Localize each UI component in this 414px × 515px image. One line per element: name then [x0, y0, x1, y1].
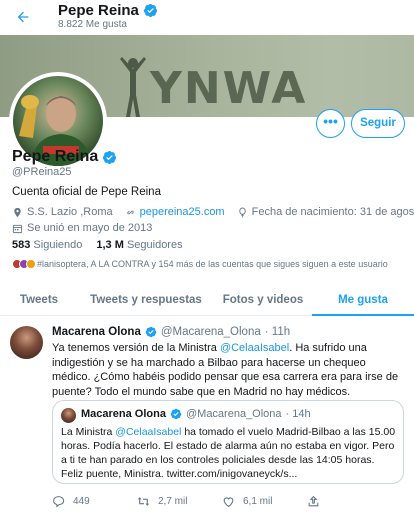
location-item: S.S. Lazio ,Roma	[12, 206, 113, 218]
reply-action[interactable]: 449	[52, 495, 137, 508]
calendar-icon	[12, 224, 23, 233]
joined-text: Se unió en mayo de 2013	[27, 222, 153, 234]
banner-text: YNWA	[150, 63, 308, 114]
verified-badge-icon	[170, 408, 182, 420]
following-number: 583	[12, 239, 31, 251]
quote-author-name: Macarena Olona	[81, 408, 166, 420]
tweet-time[interactable]: · 11h	[265, 326, 290, 338]
location-text: S.S. Lazio ,Roma	[27, 206, 113, 218]
tweet-author-name[interactable]: Macarena Olona	[52, 326, 141, 338]
share-icon	[308, 495, 319, 507]
quoted-tweet[interactable]: Macarena Olona @Macarena_Olona · 14h La …	[52, 400, 404, 484]
tweet-header: Macarena Olona @Macarena_Olona · 11h	[52, 326, 290, 338]
header-title: Pepe Reina	[58, 2, 139, 19]
tweet[interactable]: Macarena Olona @Macarena_Olona · 11h Ya …	[0, 317, 414, 515]
followers-label: Seguidores	[126, 239, 183, 251]
balloon-icon	[238, 206, 246, 218]
tweet-author-avatar[interactable]	[10, 326, 43, 359]
quote-author-avatar	[61, 408, 76, 423]
top-bar: Pepe Reina 8.822 Me gusta	[0, 0, 414, 35]
verified-badge-icon	[103, 150, 117, 164]
retweet-icon	[137, 497, 150, 506]
followers-count[interactable]: 1,3 M Seguidores	[96, 239, 182, 251]
tweet-actions: 449 2,7 mil 6,1 mil	[52, 495, 392, 508]
location-pin-icon	[14, 207, 21, 217]
profile-name: Pepe Reina	[12, 148, 99, 165]
joined-item: Se unió en mayo de 2013	[12, 222, 152, 234]
quote-text: La Ministra @CelaaIsabel ha tomado el vu…	[61, 425, 399, 481]
tweet-author-handle: @Macarena_Olona	[160, 326, 261, 338]
reply-icon	[53, 496, 65, 508]
birthdate-text: Fecha de nacimiento: 31 de agosto	[251, 206, 414, 218]
verified-badge-icon	[145, 326, 157, 338]
profile-handle: @PReina25	[12, 166, 72, 178]
tab-likes[interactable]: Me gusta	[312, 284, 414, 316]
banner-figure-graphic	[120, 57, 146, 117]
header-likes-count: 8.822 Me gusta	[58, 19, 127, 30]
followers-number: 1,3 M	[96, 239, 124, 251]
more-options-button[interactable]: •••	[316, 109, 345, 138]
quote-text-part: La Ministra	[61, 426, 116, 438]
tweet-text: Ya tenemos versión de la Ministra @Celaa…	[52, 341, 406, 399]
share-action[interactable]	[307, 495, 392, 508]
followed-by-text: #lanisoptera, A LA CONTRA y 154 más de l…	[37, 259, 388, 269]
tab-tweets[interactable]: Tweets	[0, 284, 78, 315]
quote-time: · 14h	[285, 408, 311, 420]
follow-button[interactable]: Seguir	[351, 109, 405, 138]
retweet-action[interactable]: 2,7 mil	[137, 495, 222, 508]
profile-tabs: Tweets Tweets y respuestas Fotos y video…	[0, 284, 414, 316]
link-icon	[126, 210, 134, 214]
back-arrow-icon[interactable]	[14, 9, 32, 25]
tab-media[interactable]: Fotos y videos	[214, 284, 312, 315]
header-title-row: Pepe Reina	[58, 2, 158, 19]
quote-author-handle: @Macarena_Olona	[185, 408, 282, 420]
heart-icon	[223, 497, 234, 508]
retweet-count: 2,7 mil	[158, 496, 188, 507]
quote-header: Macarena Olona @Macarena_Olona · 14h	[81, 408, 311, 420]
like-action[interactable]: 6,1 mil	[222, 495, 307, 508]
reply-count: 449	[73, 496, 90, 507]
profile-name-row: Pepe Reina	[12, 148, 117, 166]
birthdate-item: Fecha de nacimiento: 31 de agosto	[237, 206, 414, 218]
quote-mention[interactable]: @CelaaIsabel	[115, 426, 181, 438]
profile-meta: S.S. Lazio ,Roma pepereina25.com Fecha d…	[12, 206, 414, 218]
profile-bio: Cuenta oficial de Pepe Reina	[12, 186, 161, 198]
website-item[interactable]: pepereina25.com	[125, 206, 225, 218]
following-count[interactable]: 583 Siguiendo	[12, 239, 82, 251]
profile-counts: 583 Siguiendo 1,3 M Seguidores	[12, 239, 183, 251]
following-label: Siguiendo	[33, 239, 83, 251]
like-count: 6,1 mil	[243, 496, 273, 507]
tab-tweets-replies[interactable]: Tweets y respuestas	[78, 284, 214, 315]
followed-by-row[interactable]: #lanisoptera, A LA CONTRA y 154 más de l…	[12, 259, 388, 269]
tweet-text-part: Ya tenemos versión de la Ministra	[52, 342, 220, 354]
tweet-mention[interactable]: @CelaaIsabel	[220, 342, 289, 354]
mini-avatar	[26, 259, 36, 269]
verified-badge-icon	[143, 3, 157, 18]
followed-by-avatars	[12, 259, 36, 269]
website-link[interactable]: pepereina25.com	[140, 206, 225, 218]
